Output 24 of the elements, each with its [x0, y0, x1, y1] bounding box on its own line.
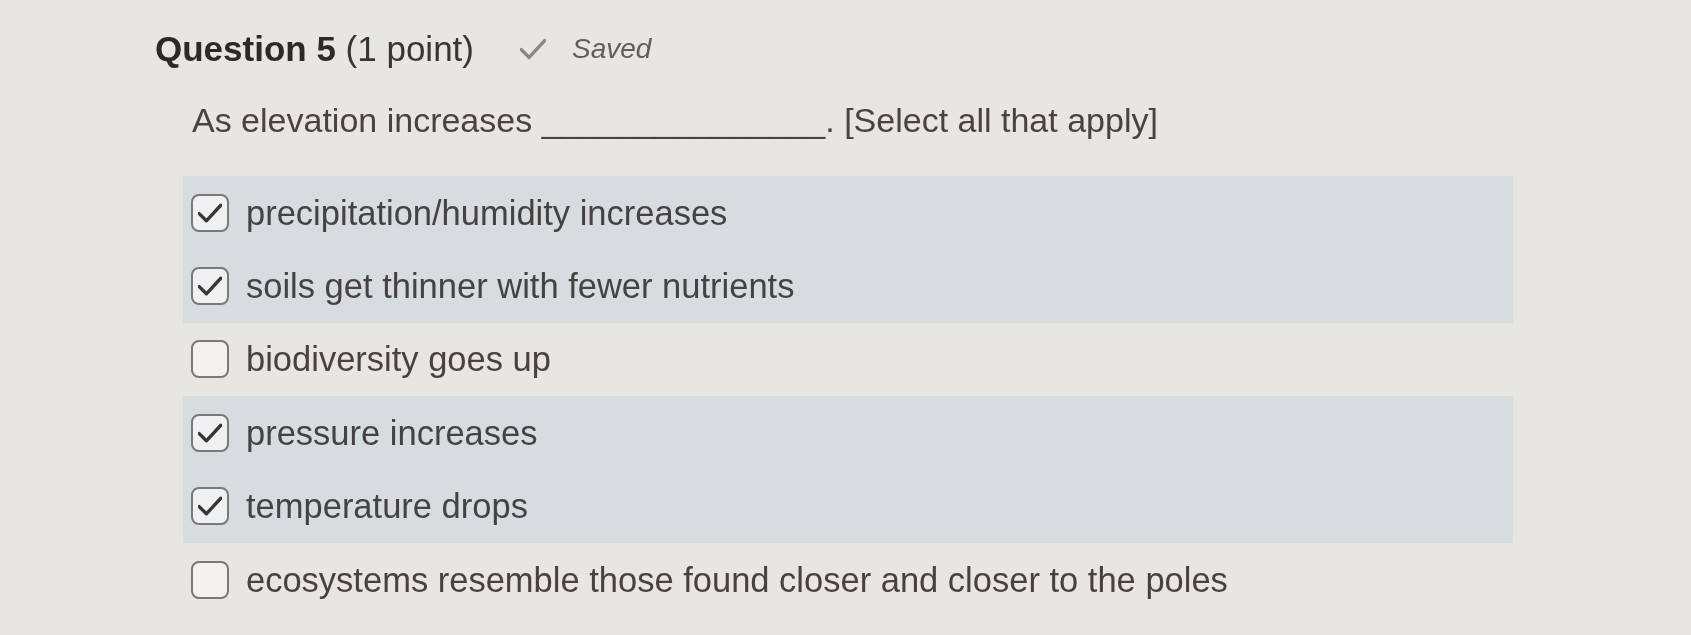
save-status: Saved — [572, 32, 652, 66]
checkbox[interactable] — [191, 413, 229, 452]
checkbox[interactable] — [191, 560, 229, 599]
option-label[interactable]: ecosystems resemble those found closer and closer to the poles — [246, 558, 1228, 601]
selected-answer-row[interactable]: precipitation/humidity increases — [183, 176, 1513, 250]
checkbox[interactable] — [191, 340, 229, 379]
check-icon — [520, 38, 546, 60]
question-title: Question 5 (1 point) — [155, 28, 474, 70]
check-icon — [198, 276, 222, 297]
option-label[interactable]: pressure increases — [246, 411, 538, 454]
selected-answer-row[interactable]: pressure increases — [183, 396, 1513, 470]
checkbox[interactable] — [191, 193, 229, 232]
check-icon — [198, 202, 222, 223]
checkbox[interactable] — [191, 487, 229, 526]
check-icon — [198, 422, 222, 443]
selected-answer-row[interactable]: soils get thinner with fewer nutrients — [183, 249, 1513, 323]
selected-answer-row[interactable]: temperature drops — [183, 469, 1513, 543]
question-prompt: As elevation increases _______________. [Select all that apply] — [192, 100, 1158, 140]
option-label[interactable]: soils get thinner with fewer nutrients — [246, 265, 795, 308]
option-label[interactable]: precipitation/humidity increases — [246, 191, 728, 234]
checkbox[interactable] — [191, 267, 229, 306]
check-icon — [198, 496, 222, 517]
option-label[interactable]: temperature drops — [246, 485, 528, 528]
option-label[interactable]: biodiversity goes up — [246, 338, 551, 381]
